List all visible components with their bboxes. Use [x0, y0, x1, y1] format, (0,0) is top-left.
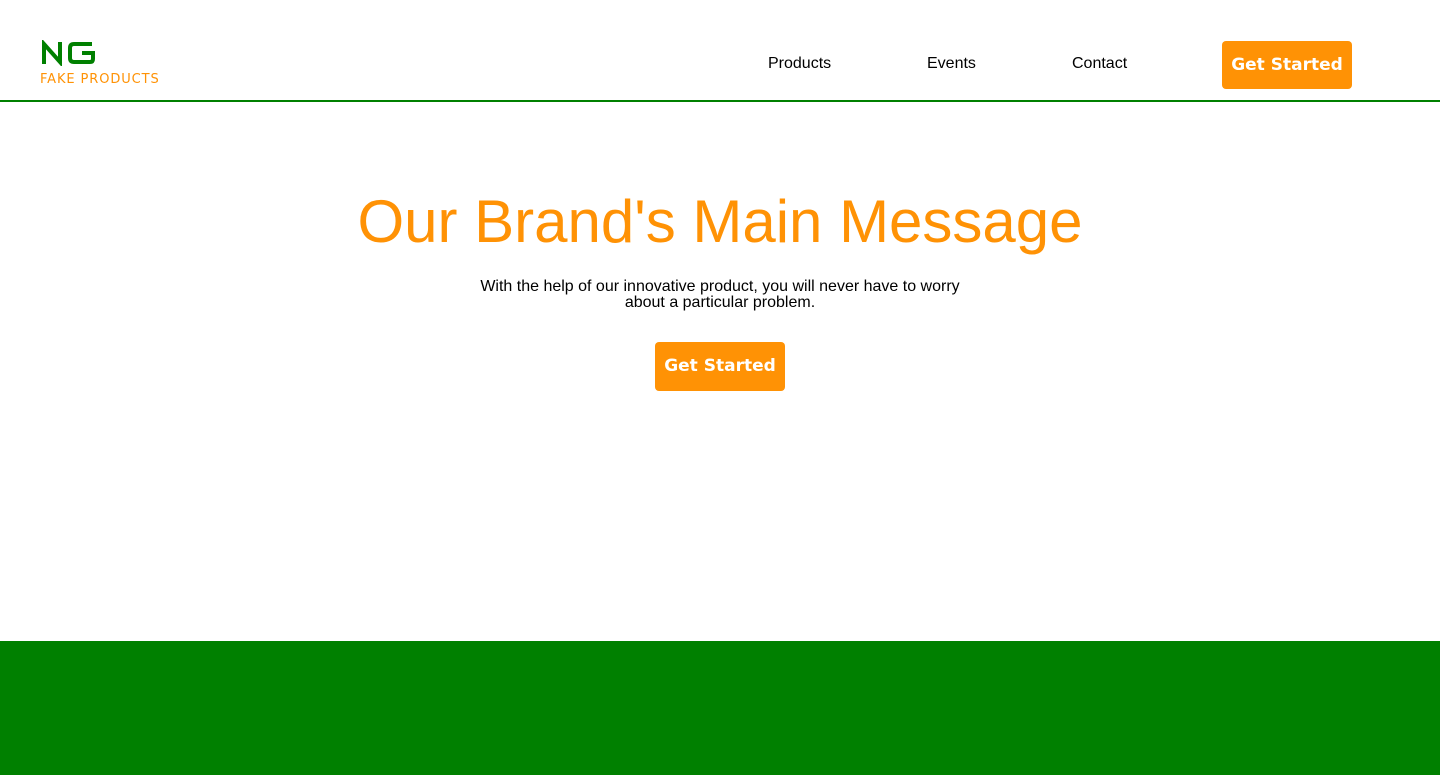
- hero-get-started-button[interactable]: Get Started: [655, 342, 785, 391]
- brand-logo[interactable]: FAKE PRODUCTS: [40, 40, 210, 90]
- header-get-started-button[interactable]: Get Started: [1222, 41, 1352, 89]
- nav-link-contact[interactable]: Contact: [1072, 55, 1127, 73]
- nav-link-events[interactable]: Events: [927, 55, 976, 73]
- nav-link-products[interactable]: Products: [768, 55, 831, 73]
- logo-ng-mark: [42, 40, 95, 66]
- hero-title: Our Brand's Main Message: [357, 188, 1083, 255]
- hero-subtitle: With the help of our innovative product,…: [480, 278, 960, 311]
- brand-name: FAKE PRODUCTS: [40, 72, 160, 87]
- green-feature-band: [0, 641, 1440, 775]
- site-header: FAKE PRODUCTS Products Events Contact Ge…: [0, 0, 1440, 102]
